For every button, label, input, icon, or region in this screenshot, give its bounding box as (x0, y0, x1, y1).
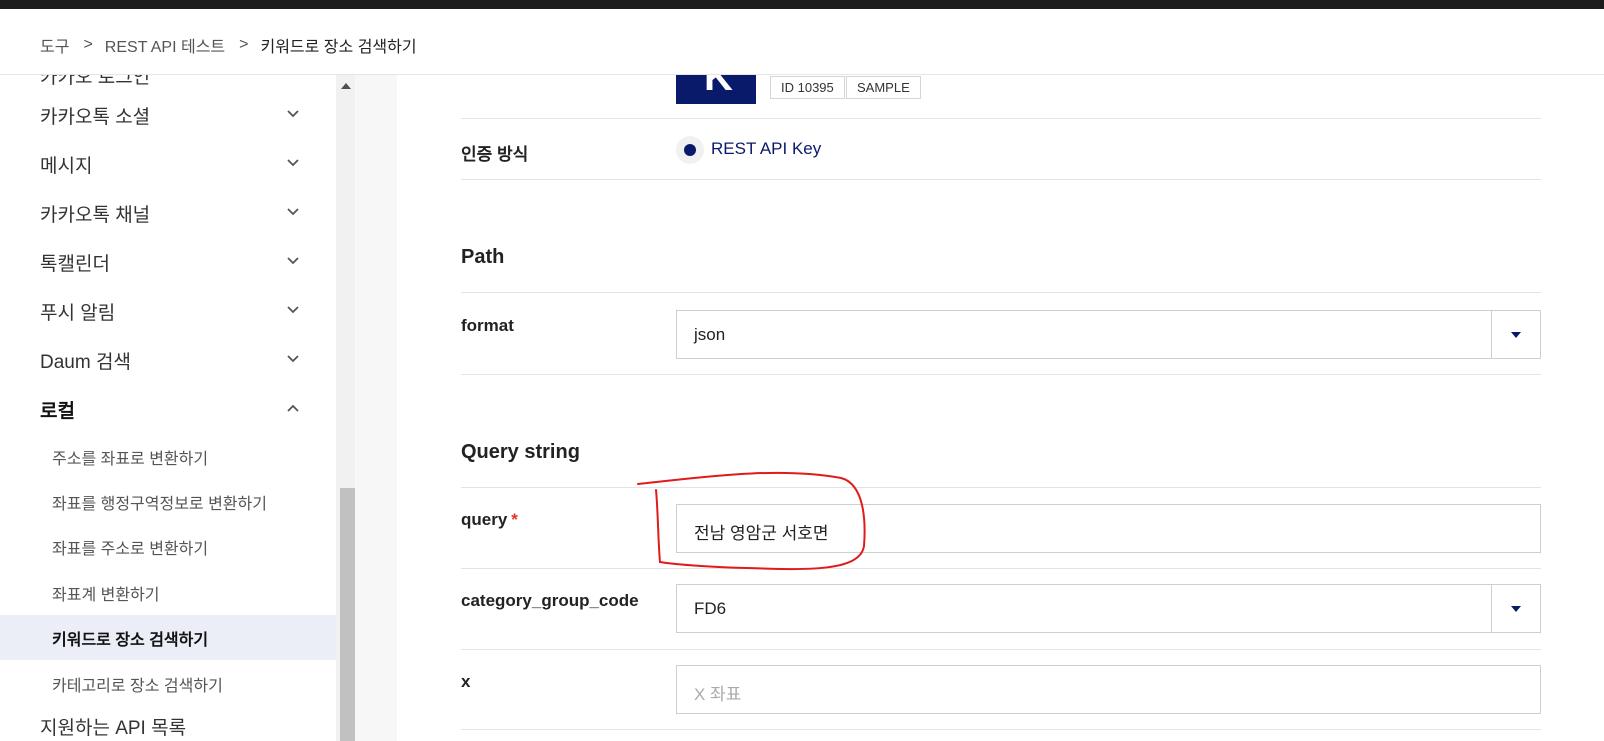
sidebar-subitem-transcoord[interactable]: 좌표계 변환하기 (0, 570, 336, 615)
query-input-value: 전남 영암군 서호면 (694, 524, 829, 543)
app-id-tag: ID 10395 (770, 76, 845, 99)
format-label: format (461, 316, 514, 335)
query-section-title: Query string (461, 441, 580, 463)
category-group-code-select[interactable]: FD6 (676, 584, 1541, 633)
sidebar-item-daum-search[interactable]: Daum 검색 (0, 336, 336, 385)
auth-label: 인증 방식 (461, 145, 529, 164)
top-bar (0, 0, 1604, 9)
required-mark: * (511, 510, 518, 529)
caret-down-icon (1511, 332, 1521, 338)
chevron-down-icon (287, 257, 299, 265)
sidebar-subitem-coord-to-address[interactable]: 좌표를 주소로 변환하기 (0, 524, 336, 569)
sidebar-item-label: Daum 검색 (40, 352, 131, 373)
sidebar-item-cut-top[interactable]: 카카오 로그인 (40, 75, 150, 89)
row-divider (461, 118, 1541, 119)
row-divider (461, 179, 1541, 180)
breadcrumb-item-rest-api-test[interactable]: REST API 테스트 (105, 33, 225, 57)
app-sample-tag: SAMPLE (846, 76, 921, 99)
scrollbar-thumb[interactable] (340, 488, 355, 741)
row-divider (461, 374, 1541, 375)
chevron-down-icon (287, 110, 299, 118)
breadcrumb-separator: > (83, 36, 93, 53)
category-dropdown-button[interactable] (1491, 585, 1540, 632)
sidebar-item-label: 카카오톡 소셜 (40, 107, 151, 128)
category-group-code-label: category_group_code (461, 591, 639, 610)
sidebar-subitem-category-search[interactable]: 카테고리로 장소 검색하기 (0, 661, 336, 706)
row-divider (461, 729, 1541, 730)
sidebar-item-label: 톡캘린더 (40, 254, 110, 275)
format-select-value: json (694, 325, 726, 344)
caret-down-icon (1511, 606, 1521, 612)
sidebar-item-message[interactable]: 메시지 (0, 140, 336, 189)
rest-api-key-label[interactable]: REST API Key (711, 139, 821, 159)
sidebar-subitem-keyword-search[interactable]: 키워드로 장소 검색하기 (0, 615, 336, 660)
app-logo-letter: K (704, 75, 733, 99)
chevron-down-icon (287, 355, 299, 363)
row-divider (461, 649, 1541, 650)
sidebar: 카카오 로그인 카카오톡 소셜 메시지 카카오톡 채널 톡캘린더 푸시 알림 D… (0, 75, 336, 741)
sidebar-item-kakaotalk-social[interactable]: 카카오톡 소셜 (0, 91, 336, 140)
rest-api-key-radio[interactable] (676, 136, 704, 164)
content-gutter (355, 75, 397, 741)
format-select[interactable]: json (676, 310, 1541, 359)
sidebar-item-talk-calendar[interactable]: 톡캘린더 (0, 238, 336, 287)
row-divider (461, 292, 1541, 293)
sidebar-subitem-coord-to-region[interactable]: 좌표를 행정구역정보로 변환하기 (0, 479, 336, 524)
query-input[interactable]: 전남 영암군 서호면 (676, 504, 1541, 553)
sidebar-item-kakaotalk-channel[interactable]: 카카오톡 채널 (0, 189, 336, 238)
breadcrumb-separator: > (239, 36, 249, 53)
sidebar-item-label: 메시지 (40, 156, 93, 177)
sidebar-subitem-address-to-coord[interactable]: 주소를 좌표로 변환하기 (0, 434, 336, 479)
breadcrumb-current: 키워드로 장소 검색하기 (260, 39, 417, 56)
chevron-down-icon (287, 306, 299, 314)
x-input-placeholder: X 좌표 (694, 685, 742, 704)
category-select-value: FD6 (694, 599, 727, 618)
chevron-down-icon (287, 208, 299, 216)
sidebar-item-label: 로컬 (40, 401, 75, 422)
breadcrumb-item-tools[interactable]: 도구 (40, 33, 69, 57)
x-label: x (461, 672, 471, 691)
row-divider (461, 568, 1541, 569)
breadcrumb: 도구 > REST API 테스트 > 키워드로 장소 검색하기 (40, 22, 417, 68)
chevron-up-icon (287, 404, 299, 412)
query-label: query * (461, 510, 518, 530)
query-label-text: query (461, 510, 508, 529)
app-logo: K (676, 75, 756, 104)
sidebar-item-label: 카카오톡 채널 (40, 205, 151, 226)
path-section-title: Path (461, 246, 505, 268)
radio-selected-dot (684, 144, 696, 156)
x-coordinate-input[interactable]: X 좌표 (676, 665, 1541, 714)
chevron-down-icon (287, 159, 299, 167)
scroll-up-arrow-icon[interactable] (341, 83, 351, 89)
sidebar-item-push-notification[interactable]: 푸시 알림 (0, 287, 336, 336)
sidebar-item-cut-bottom[interactable]: 지원하는 API 목록 (40, 713, 186, 740)
sidebar-item-local[interactable]: 로컬 (0, 385, 336, 434)
sidebar-item-label: 푸시 알림 (40, 303, 116, 324)
row-divider (461, 487, 1541, 488)
format-dropdown-button[interactable] (1491, 311, 1540, 358)
